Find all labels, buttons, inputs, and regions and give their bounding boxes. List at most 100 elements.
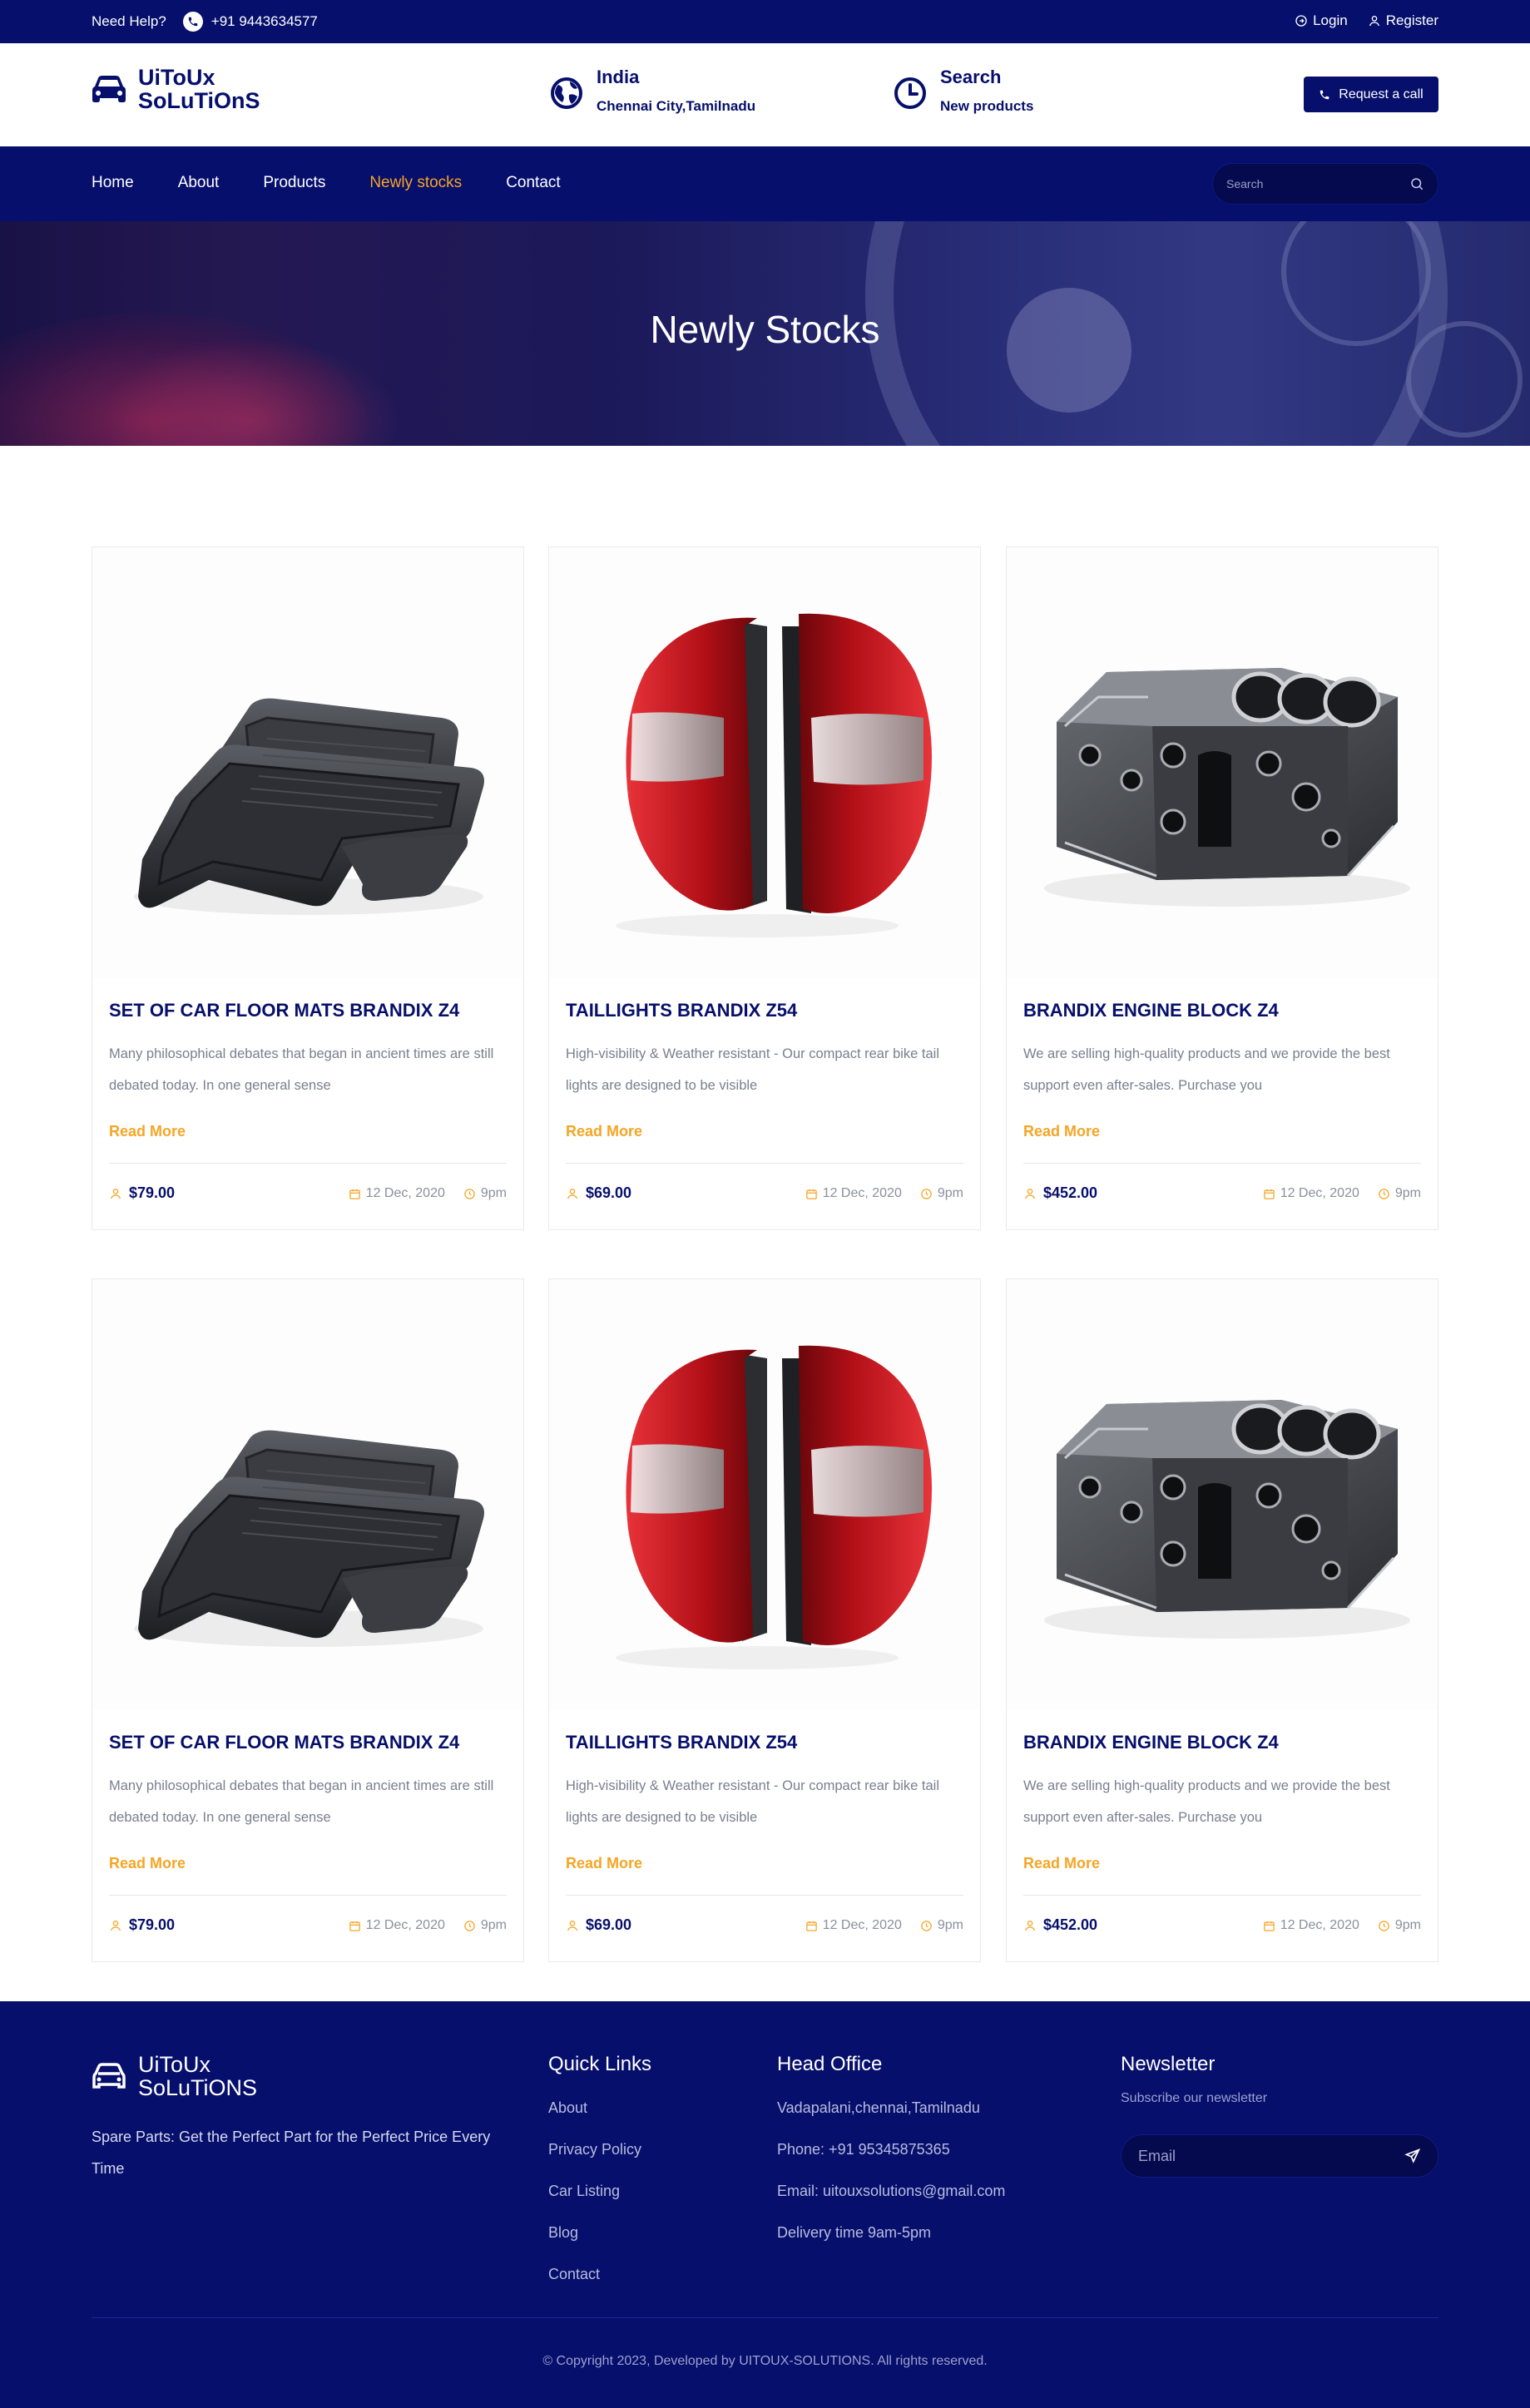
calendar-icon (805, 1921, 817, 1931)
product-name[interactable]: SET OF CAR FLOOR MATS BRANDIX Z4 (109, 1000, 459, 1021)
product-name[interactable]: BRANDIX ENGINE BLOCK Z4 (1023, 1732, 1279, 1753)
product-image-engine-block[interactable] (1007, 547, 1438, 978)
footer-link-car-listing[interactable]: Car Listing (548, 2183, 641, 2224)
product-card[interactable]: BRANDIX ENGINE BLOCK Z4 We are selling h… (1006, 1278, 1438, 1962)
quick-links-title: Quick Links (548, 2053, 652, 2075)
time-value: 9pm (937, 1918, 963, 1932)
product-date: 12 Dec, 2020 (1263, 1918, 1359, 1933)
copyright-icon: © (542, 2354, 557, 2368)
nav-contact[interactable]: Contact (506, 174, 560, 192)
newsletter-email-input[interactable] (1138, 2147, 1388, 2165)
product-price: $69.00 (566, 1916, 631, 1934)
user-icon (1369, 16, 1379, 27)
product-description: High-visibility & Weather resistant - Ou… (566, 1046, 940, 1093)
product-image-engine-block[interactable] (1007, 1279, 1438, 1710)
copyright-text: Copyright 2023, Developed by UITOUX-SOLU… (556, 2354, 988, 2368)
read-more-link[interactable]: Read More (566, 1855, 642, 1872)
search-info[interactable]: Search New products (894, 65, 1033, 115)
footer-logo[interactable]: UiToUx SoLuTiONS (92, 2053, 257, 2099)
product-meta: 12 Dec, 2020 9pm (349, 1918, 507, 1933)
product-image-floor-mats[interactable] (92, 1279, 523, 1710)
price-value: $452.00 (1043, 1184, 1098, 1201)
top-bar: Need Help? +91 9443634577 Login Register (0, 0, 1530, 43)
product-description: Many philosophical debates that began in… (109, 1778, 494, 1825)
phone-link[interactable]: +91 9443634577 (182, 12, 318, 32)
copyright: © Copyright 2023, Developed by UITOUX-SO… (0, 2354, 1530, 2369)
request-call-button[interactable]: Request a call (1304, 77, 1438, 112)
time-value: 9pm (480, 1918, 507, 1932)
price-value: $79.00 (129, 1916, 176, 1933)
send-icon[interactable] (1404, 2148, 1421, 2164)
price-value: $79.00 (129, 1184, 176, 1201)
read-more-link[interactable]: Read More (109, 1123, 186, 1140)
head-office-title: Head Office (777, 2053, 883, 2075)
product-date: 12 Dec, 2020 (1263, 1186, 1359, 1201)
globe-icon (551, 77, 582, 109)
product-card[interactable]: TAILLIGHTS BRANDIX Z54 High-visibility &… (548, 1278, 981, 1962)
nav-home[interactable]: Home (92, 174, 134, 192)
read-more-link[interactable]: Read More (566, 1123, 642, 1140)
product-name[interactable]: BRANDIX ENGINE BLOCK Z4 (1023, 1000, 1279, 1021)
calendar-icon (349, 1921, 360, 1931)
search-input[interactable] (1226, 177, 1393, 190)
read-more-link[interactable]: Read More (1023, 1123, 1100, 1140)
product-price: $79.00 (109, 1916, 175, 1934)
product-card[interactable]: SET OF CAR FLOOR MATS BRANDIX Z4 Many ph… (92, 1278, 524, 1962)
read-more-link[interactable]: Read More (109, 1855, 186, 1872)
user-icon (567, 1188, 577, 1199)
office-email[interactable]: Email: uitouxsolutions@gmail.com (777, 2183, 1005, 2224)
product-image-floor-mats[interactable] (92, 547, 523, 978)
login-icon (1295, 15, 1307, 27)
product-price: $69.00 (566, 1184, 631, 1202)
clock-icon (921, 1920, 932, 1931)
product-image-taillights[interactable] (549, 1279, 980, 1710)
request-call-label: Request a call (1339, 87, 1424, 101)
main-nav: Home About Products Newly stocks Contact (0, 146, 1530, 221)
clock-icon (464, 1920, 475, 1931)
product-price: $79.00 (109, 1184, 175, 1202)
product-image-taillights[interactable] (549, 547, 980, 978)
nav-about[interactable]: About (178, 174, 220, 192)
product-card[interactable]: SET OF CAR FLOOR MATS BRANDIX Z4 Many ph… (92, 546, 524, 1230)
register-link[interactable]: Register (1368, 12, 1438, 29)
office-address: Vadapalani,chennai,Tamilnadu (777, 2099, 980, 2116)
office-phone[interactable]: Phone: +91 95345875365 (777, 2141, 1005, 2183)
footer-link-contact[interactable]: Contact (548, 2266, 641, 2307)
nav-newly-stocks[interactable]: Newly stocks (369, 174, 462, 192)
footer-link-privacy[interactable]: Privacy Policy (548, 2141, 641, 2183)
brand-line-1: UiToUx (138, 65, 215, 90)
product-meta: 12 Dec, 2020 9pm (805, 1918, 963, 1933)
product-time: 9pm (1378, 1186, 1421, 1201)
search-sub: New products (940, 98, 1034, 114)
product-name[interactable]: SET OF CAR FLOOR MATS BRANDIX Z4 (109, 1732, 459, 1753)
help-label: Need Help? (92, 13, 166, 29)
location-title: India (597, 67, 640, 87)
brand-logo[interactable]: UiToUx SoLuTiOnS (92, 66, 260, 112)
product-time: 9pm (463, 1918, 507, 1933)
user-icon (1025, 1920, 1035, 1931)
footer-link-blog[interactable]: Blog (548, 2224, 641, 2266)
phone-icon (182, 12, 203, 32)
calendar-icon (1263, 1189, 1275, 1199)
product-meta: 12 Dec, 2020 9pm (805, 1186, 963, 1201)
search-icon[interactable] (1409, 176, 1424, 191)
product-time: 9pm (463, 1186, 507, 1201)
login-link[interactable]: Login (1295, 12, 1348, 29)
price-value: $69.00 (586, 1184, 632, 1201)
time-value: 9pm (1394, 1918, 1421, 1932)
product-name[interactable]: TAILLIGHTS BRANDIX Z54 (566, 1732, 797, 1753)
product-price: $452.00 (1023, 1184, 1097, 1202)
date-value: 12 Dec, 2020 (365, 1186, 445, 1200)
product-card[interactable]: TAILLIGHTS BRANDIX Z54 High-visibility &… (548, 546, 981, 1230)
car-icon (92, 76, 126, 102)
product-card[interactable]: BRANDIX ENGINE BLOCK Z4 We are selling h… (1006, 546, 1438, 1230)
user-icon (111, 1188, 121, 1199)
nav-products[interactable]: Products (263, 174, 325, 192)
read-more-link[interactable]: Read More (1023, 1855, 1100, 1872)
product-price: $452.00 (1023, 1916, 1097, 1934)
clock-icon (894, 77, 926, 109)
product-name[interactable]: TAILLIGHTS BRANDIX Z54 (566, 1000, 797, 1021)
newsletter-form (1121, 2134, 1438, 2178)
phone-icon (1320, 90, 1329, 99)
footer-link-about[interactable]: About (548, 2099, 641, 2141)
